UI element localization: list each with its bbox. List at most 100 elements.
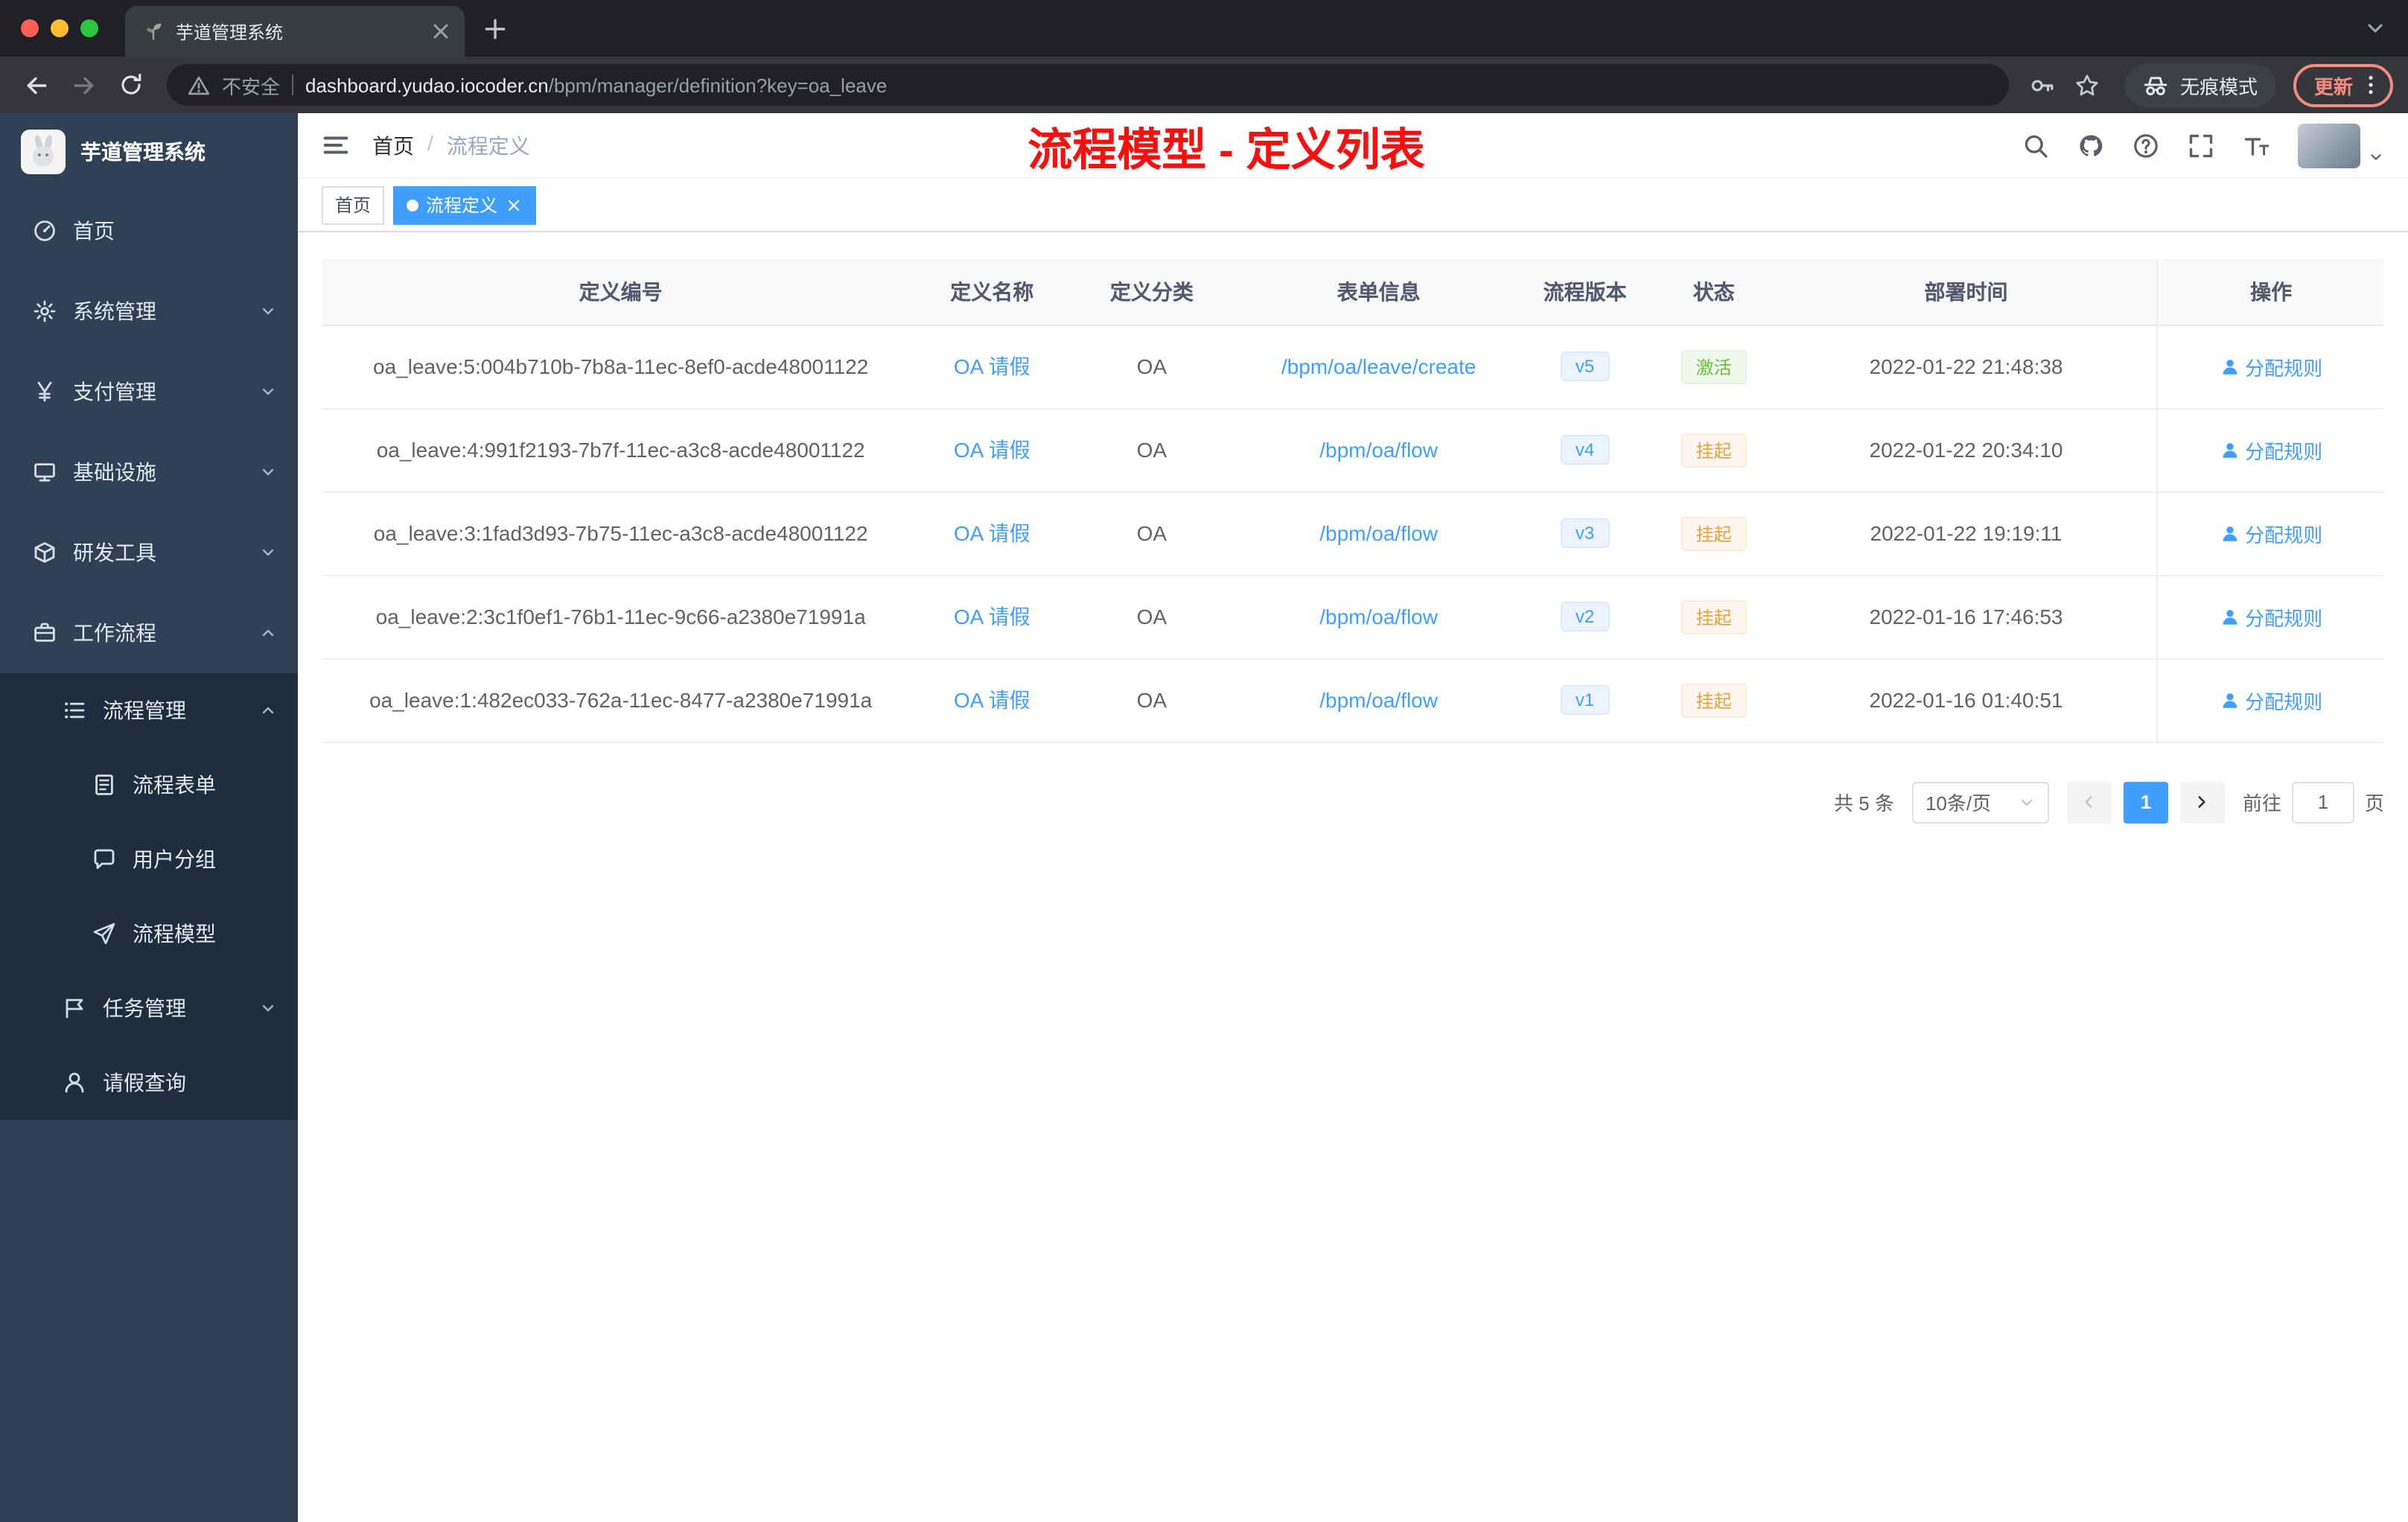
version-tag: v1 (1560, 685, 1610, 715)
assign-rule-button[interactable]: 分配规则 (2220, 436, 2322, 464)
definition-name-link[interactable]: OA 请假 (954, 688, 1031, 712)
omnibox-divider (292, 74, 294, 95)
annotation-overlay-text: 流程模型 - 定义列表 (1028, 126, 1425, 175)
sidebar-item-label: 首页 (73, 219, 115, 243)
deploy-time: 2022-01-16 01:40:51 (1869, 688, 2063, 712)
browser-tab[interactable]: 芋道管理系统 (125, 6, 465, 57)
tag-close-icon[interactable] (505, 196, 523, 214)
form-icon (92, 773, 116, 797)
assign-rule-button[interactable]: 分配规则 (2220, 352, 2322, 380)
url-host: dashboard.yudao.iocoder.cn (305, 74, 549, 96)
window-minimize-button[interactable] (51, 19, 69, 37)
url-text: dashboard.yudao.iocoder.cn/bpm/manager/d… (305, 74, 887, 96)
dashboard-icon (33, 219, 57, 243)
sidebar-item[interactable]: 研发工具 (0, 512, 298, 593)
definition-name-link[interactable]: OA 请假 (954, 354, 1031, 378)
sidebar-item[interactable]: 请假查询 (0, 1045, 298, 1120)
gear-icon (33, 299, 57, 323)
tab-favicon-icon (143, 21, 164, 42)
form-info-link[interactable]: /bpm/oa/flow (1319, 605, 1438, 628)
user-menu-caret-icon[interactable] (2368, 148, 2384, 165)
forward-button[interactable] (63, 64, 104, 106)
tag-home[interactable]: 首页 (322, 185, 385, 224)
help-question-icon[interactable] (2133, 132, 2159, 159)
form-info-link[interactable]: /bpm/oa/flow (1319, 438, 1438, 462)
address-bar[interactable]: 不安全 dashboard.yudao.iocoder.cn/bpm/manag… (167, 64, 2009, 106)
sidebar-item[interactable]: 任务管理 (0, 971, 298, 1045)
page-size-value: 10条/页 (1925, 792, 1992, 815)
security-label[interactable]: 不安全 (222, 71, 280, 99)
definition-name-link[interactable]: OA 请假 (954, 438, 1031, 462)
assign-rule-label: 分配规则 (2245, 440, 2323, 462)
table-row: oa_leave:3:1fad3d93-7b75-11ec-a3c8-acde4… (322, 491, 2384, 576)
sidebar-item-label: 流程管理 (103, 698, 186, 722)
definition-category: OA (1136, 438, 1168, 462)
sidebar-item[interactable]: 流程表单 (0, 748, 298, 822)
header-definition-name: 定义名称 (920, 259, 1065, 325)
table-header-row: 定义编号 定义名称 定义分类 表单信息 流程版本 状态 部署时间 操作 (322, 259, 2384, 325)
version-tag: v3 (1560, 518, 1610, 548)
sidebar-menu: 首页 系统管理 支付管理 基础设施 研发工具 工作流程 流程管理 流程表单 用户… (0, 191, 298, 1120)
pagination: 共 5 条 10条/页 1 前往 页 (322, 781, 2384, 823)
sidebar-logo[interactable]: 芋道管理系统 (0, 113, 298, 191)
tab-search-chevron-icon[interactable] (2363, 16, 2408, 40)
tab-close-icon[interactable] (429, 19, 453, 43)
browser-update-button[interactable]: 更新 (2293, 63, 2393, 106)
reload-button[interactable] (110, 64, 152, 106)
assign-rule-button[interactable]: 分配规则 (2220, 602, 2322, 631)
goto-label: 前往 (2242, 792, 2281, 815)
sidebar-item[interactable]: 支付管理 (0, 351, 298, 432)
form-info-link[interactable]: /bpm/oa/flow (1319, 688, 1438, 712)
window-close-button[interactable] (21, 19, 39, 37)
form-info-link[interactable]: /bpm/oa/leave/create (1281, 354, 1477, 378)
chevron-icon (259, 624, 277, 642)
user-menu[interactable] (2298, 123, 2384, 168)
bookmark-star-button[interactable] (2068, 66, 2107, 104)
next-page-button[interactable] (2179, 781, 2225, 823)
back-button[interactable] (15, 64, 57, 106)
new-tab-button[interactable] (482, 16, 508, 41)
header-version: 流程版本 (1517, 259, 1652, 325)
tag-active[interactable]: 流程定义 (393, 185, 537, 224)
chevron-icon (259, 999, 277, 1017)
prev-page-button[interactable] (2066, 781, 2112, 823)
person-icon (2220, 523, 2239, 543)
assign-rule-button[interactable]: 分配规则 (2220, 686, 2322, 714)
password-key-button[interactable] (2024, 66, 2063, 104)
sidebar-item[interactable]: 用户分组 (0, 822, 298, 897)
sidebar-item[interactable]: 首页 (0, 191, 298, 271)
form-info-link[interactable]: /bpm/oa/flow (1319, 521, 1438, 545)
current-page-button[interactable]: 1 (2123, 781, 2168, 823)
status-tag: 挂起 (1681, 599, 1747, 634)
definition-name-link[interactable]: OA 请假 (954, 605, 1031, 628)
github-icon[interactable] (2077, 132, 2104, 159)
breadcrumb-home[interactable]: 首页 (372, 130, 414, 160)
app-title: 芋道管理系统 (80, 140, 206, 164)
user-avatar[interactable] (2298, 123, 2360, 168)
browser-toolbar: 不安全 dashboard.yudao.iocoder.cn/bpm/manag… (0, 57, 2408, 113)
definition-id: oa_leave:1:482ec033-762a-11ec-8477-a2380… (369, 688, 873, 712)
page-buttons: 1 (2066, 781, 2225, 823)
definition-category: OA (1136, 354, 1168, 378)
menu-kebab-icon[interactable] (2359, 73, 2383, 97)
version-tag: v5 (1560, 351, 1610, 381)
fullscreen-icon[interactable] (2188, 132, 2214, 159)
font-size-icon[interactable] (2243, 132, 2270, 159)
sidebar-item[interactable]: 基础设施 (0, 432, 298, 512)
sidebar-collapse-icon[interactable] (322, 131, 350, 159)
goto-page-input[interactable] (2291, 781, 2354, 823)
assign-rule-label: 分配规则 (2245, 357, 2323, 379)
sidebar-item[interactable]: 流程模型 (0, 897, 298, 971)
sidebar-item-label: 系统管理 (73, 299, 156, 323)
sidebar-item[interactable]: 流程管理 (0, 673, 298, 748)
sidebar-item[interactable]: 系统管理 (0, 271, 298, 351)
window-maximize-button[interactable] (80, 19, 98, 37)
main-area: 首页 / 流程定义 流程模型 - 定义列表 首页 流程定义 定义编号 定义名称 … (298, 113, 2408, 1522)
sidebar-item-label: 流程表单 (133, 773, 216, 797)
definition-name-link[interactable]: OA 请假 (954, 521, 1031, 545)
window-controls (0, 19, 113, 37)
assign-rule-button[interactable]: 分配规则 (2220, 519, 2322, 547)
sidebar-item[interactable]: 工作流程 (0, 593, 298, 673)
search-icon[interactable] (2022, 132, 2049, 159)
page-size-select[interactable]: 10条/页 (1911, 781, 2049, 823)
